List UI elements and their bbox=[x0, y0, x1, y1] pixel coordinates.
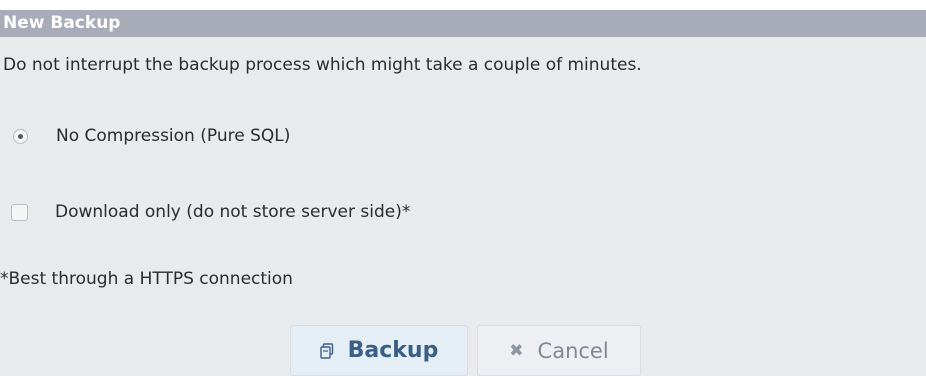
close-icon: ✖ bbox=[509, 340, 524, 361]
backup-button-label: Backup bbox=[347, 338, 439, 363]
backup-icon bbox=[319, 342, 334, 359]
backup-notice: Do not interrupt the backup process whic… bbox=[3, 55, 642, 75]
compression-option[interactable]: No Compression (Pure SQL) bbox=[13, 126, 290, 146]
cancel-button-label: Cancel bbox=[537, 338, 609, 363]
dialog-title: New Backup bbox=[3, 13, 121, 33]
download-only-option[interactable]: Download only (do not store server side)… bbox=[11, 202, 410, 222]
new-backup-dialog: New Backup Do not interrupt the backup p… bbox=[0, 10, 926, 376]
no-compression-radio[interactable] bbox=[13, 128, 28, 144]
download-only-checkbox[interactable] bbox=[11, 203, 28, 221]
dialog-title-bar: New Backup bbox=[0, 10, 926, 37]
download-only-label: Download only (do not store server side)… bbox=[55, 202, 411, 222]
https-footnote: *Best through a HTTPS connection bbox=[0, 269, 293, 289]
backup-button[interactable]: Backup bbox=[290, 325, 468, 376]
no-compression-label: No Compression (Pure SQL) bbox=[56, 126, 291, 146]
cancel-button[interactable]: ✖ Cancel bbox=[477, 325, 641, 376]
radio-selected-dot bbox=[18, 133, 23, 139]
